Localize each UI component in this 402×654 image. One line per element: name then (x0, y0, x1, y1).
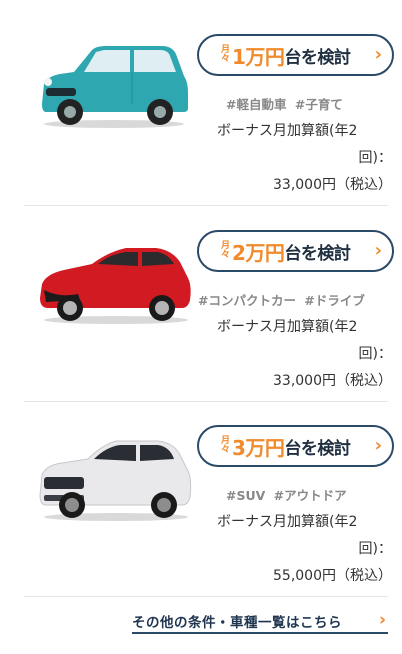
tsuki-char-2: 々 (221, 54, 231, 64)
tsuki-label: 月 々 (221, 242, 230, 260)
search-budget-button[interactable]: 月 々 1万円 台を検討 › (197, 34, 394, 76)
budget-suffix: 台を検討 (284, 243, 351, 264)
tag[interactable]: #コンパクトカー (198, 293, 296, 308)
divider (24, 596, 388, 597)
price-label: ボーナス月加算額(年2 (217, 319, 358, 335)
bonus-price: ボーナス月加算額(年2 回)： 55,000円（税込） (217, 509, 392, 590)
bonus-price: ボーナス月加算額(年2 回)： 33,000円（税込） (217, 314, 392, 395)
tag[interactable]: #ドライブ (304, 293, 364, 308)
chevron-right-icon: › (378, 610, 386, 630)
car-image (39, 440, 192, 521)
car-card-2: 月 々 2万円 台を検討 › #コンパクトカー #ドライブ ボーナス月加算額(年… (24, 206, 394, 402)
tag[interactable]: #軽自動車 (226, 97, 286, 112)
car-image (42, 46, 188, 128)
search-budget-button[interactable]: 月 々 3万円 台を検討 › (197, 425, 394, 467)
price-value: 33,000円（税込） (273, 373, 392, 389)
budget-amount: 2万円 (232, 240, 285, 265)
tag-list: #SUV #アウトドア (226, 485, 347, 504)
bonus-price: ボーナス月加算額(年2 回)： 33,000円（税込） (217, 118, 392, 199)
tag[interactable]: #SUV (226, 488, 265, 503)
tag[interactable]: #アウトドア (274, 488, 347, 503)
price-label-cont: 回)： (358, 541, 392, 557)
budget-suffix: 台を検討 (284, 47, 351, 68)
tag-list: #コンパクトカー #ドライブ (198, 290, 365, 309)
price-value: 33,000円（税込） (273, 177, 392, 193)
more-conditions-link[interactable]: その他の条件・車種一覧はこちら › (132, 610, 388, 634)
tag[interactable]: #子育て (295, 97, 343, 112)
budget-amount: 3万円 (232, 435, 285, 460)
chevron-right-icon: › (374, 435, 382, 456)
tag-list: #軽自動車 #子育て (226, 94, 343, 113)
price-label-cont: 回)： (358, 346, 392, 362)
price-label-cont: 回)： (358, 150, 392, 166)
car-card-3: 月 々 3万円 台を検討 › #SUV #アウトドア ボーナス月加算額(年2 回… (24, 401, 394, 597)
chevron-right-icon: › (374, 44, 382, 65)
tsuki-label: 月 々 (221, 437, 230, 455)
budget-suffix: 台を検討 (284, 438, 351, 459)
tsuki-char-2: 々 (221, 445, 231, 455)
search-budget-button[interactable]: 月 々 2万円 台を検討 › (197, 230, 394, 272)
price-label: ボーナス月加算額(年2 (217, 514, 358, 530)
tsuki-label: 月 々 (221, 46, 230, 64)
budget-amount: 1万円 (232, 44, 285, 69)
more-conditions-label: その他の条件・車種一覧はこちら (132, 615, 342, 631)
car-image (40, 248, 191, 324)
price-label: ボーナス月加算額(年2 (217, 123, 358, 139)
tsuki-char-2: 々 (221, 250, 231, 260)
car-card-1: 月 々 1万円 台を検討 › #軽自動車 #子育て ボーナス月加算額(年2 回)… (24, 10, 394, 206)
chevron-right-icon: › (374, 240, 382, 261)
price-value: 55,000円（税込） (273, 568, 392, 584)
